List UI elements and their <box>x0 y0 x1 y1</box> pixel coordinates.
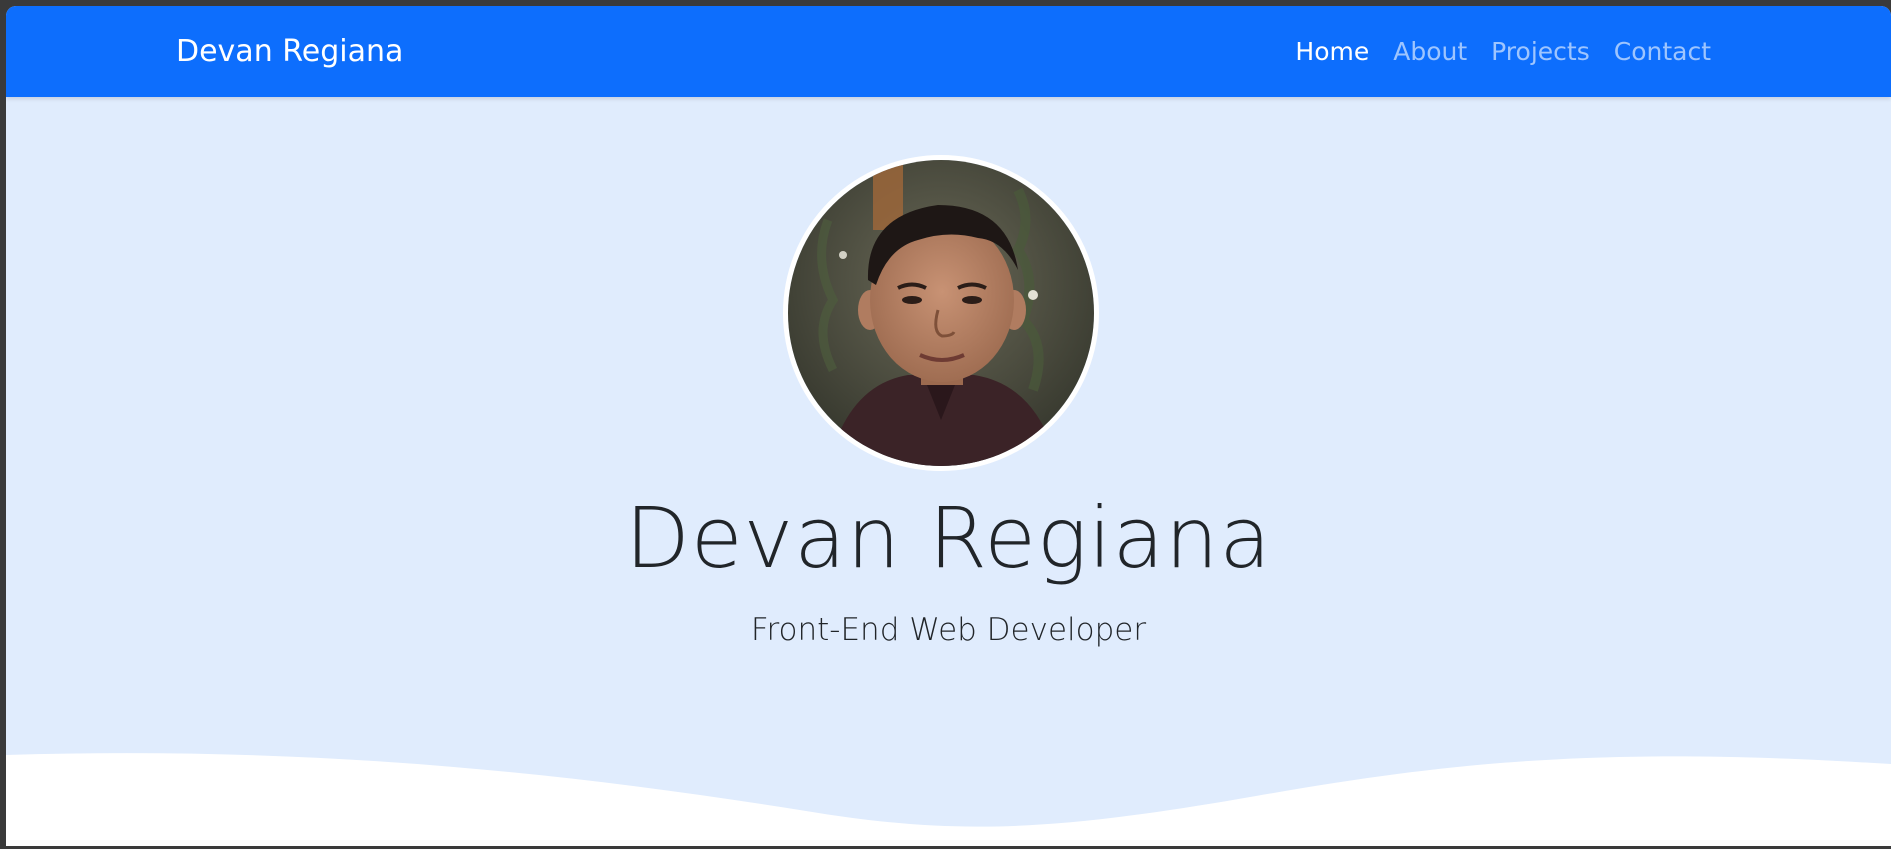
hero-section: Devan Regiana Front-End Web Developer <box>6 97 1891 846</box>
profile-photo <box>783 155 1099 471</box>
profile-photo-illustration <box>788 160 1094 466</box>
navbar-brand[interactable]: Devan Regiana <box>176 6 403 97</box>
navbar: Devan Regiana Home About Projects Contac… <box>6 6 1891 97</box>
hero-wave-divider <box>6 753 1891 846</box>
hero-role: Front-End Web Developer <box>750 612 1147 648</box>
nav-links: Home About Projects Contact <box>1295 6 1711 97</box>
nav-link-about[interactable]: About <box>1393 37 1467 66</box>
browser-viewport: Devan Regiana Home About Projects Contac… <box>6 6 1891 846</box>
nav-link-projects[interactable]: Projects <box>1491 37 1590 66</box>
nav-link-home[interactable]: Home <box>1295 37 1369 66</box>
hero-name: Devan Regiana <box>625 489 1272 587</box>
nav-link-contact[interactable]: Contact <box>1614 37 1711 66</box>
